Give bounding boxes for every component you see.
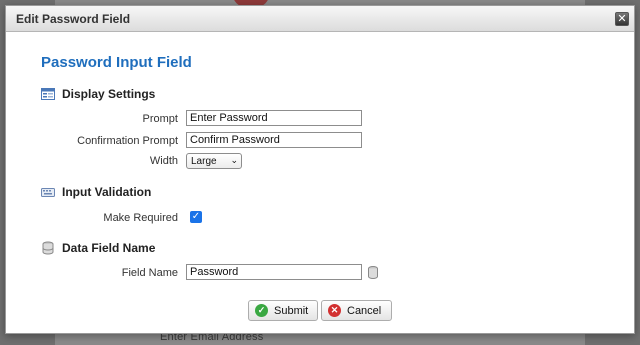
prompt-input[interactable]: Enter Password bbox=[186, 110, 362, 126]
database-lookup-icon[interactable] bbox=[367, 266, 379, 279]
keyboard-icon bbox=[41, 188, 55, 197]
settings-panel-icon bbox=[41, 88, 55, 100]
page-title: Password Input Field bbox=[41, 54, 192, 71]
confirmation-prompt-input[interactable]: Confirm Password bbox=[186, 132, 362, 148]
cancel-button[interactable]: ✕ Cancel bbox=[321, 300, 392, 321]
chevron-down-icon: ⌄ bbox=[230, 155, 238, 165]
section-title-label: Display Settings bbox=[62, 87, 156, 101]
section-title-label: Data Field Name bbox=[62, 241, 156, 255]
field-name-input[interactable]: Password bbox=[186, 264, 362, 280]
database-icon bbox=[42, 241, 54, 255]
dialog-titlebar: Edit Password Field ✕ bbox=[6, 6, 634, 32]
cancel-icon: ✕ bbox=[328, 304, 341, 317]
make-required-checkbox[interactable]: ✓ bbox=[190, 211, 202, 223]
section-display-settings: Display Settings bbox=[41, 87, 155, 101]
section-data-field-name: Data Field Name bbox=[41, 241, 155, 255]
submit-button-label: Submit bbox=[274, 304, 309, 317]
width-label: Width bbox=[149, 155, 178, 167]
close-icon[interactable]: ✕ bbox=[615, 12, 629, 26]
width-select[interactable]: Large ⌄ bbox=[186, 153, 242, 169]
make-required-label: Make Required bbox=[103, 212, 178, 224]
field-name-label: Field Name bbox=[121, 267, 178, 279]
cancel-button-label: Cancel bbox=[347, 304, 382, 317]
submit-button[interactable]: ✓ Submit bbox=[248, 300, 318, 321]
section-input-validation: Input Validation bbox=[41, 185, 151, 199]
width-select-value: Large bbox=[191, 156, 217, 167]
prompt-label: Prompt bbox=[142, 113, 178, 125]
checkmark-icon: ✓ bbox=[255, 304, 268, 317]
dialog-title: Edit Password Field bbox=[16, 12, 131, 26]
edit-password-dialog: Edit Password Field ✕ Password Input Fie… bbox=[5, 5, 635, 334]
section-title-label: Input Validation bbox=[62, 185, 152, 199]
confirmation-prompt-label: Confirmation Prompt bbox=[77, 135, 178, 147]
